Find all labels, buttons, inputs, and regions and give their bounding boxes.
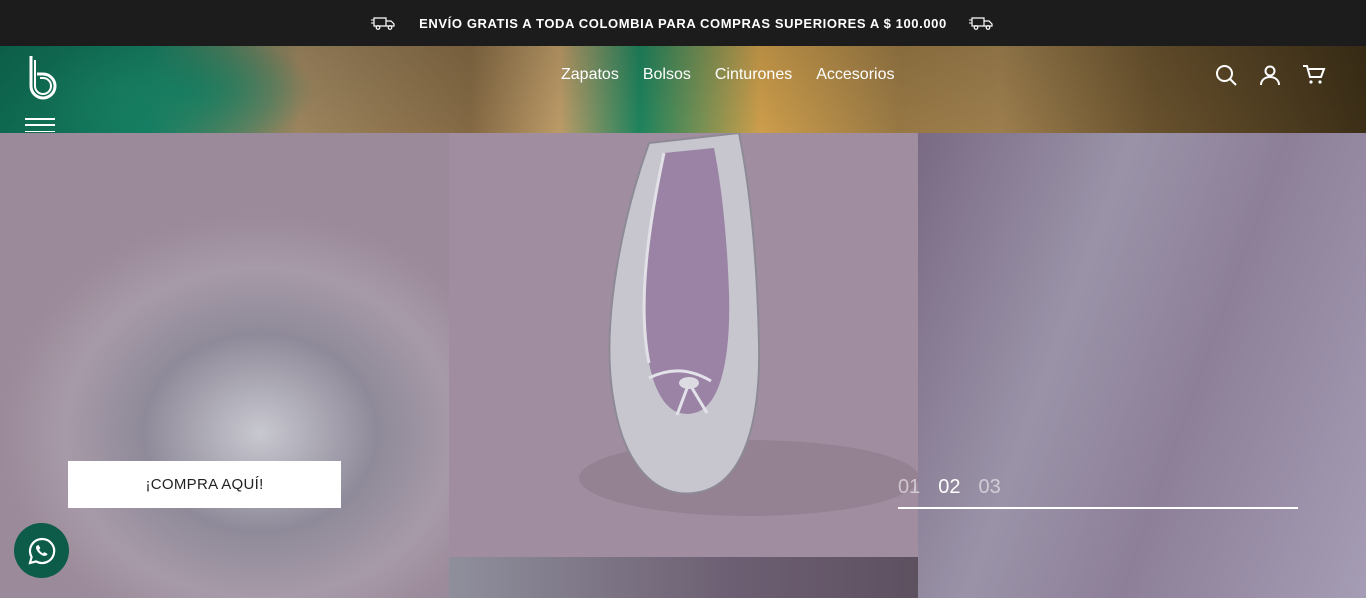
hero-image-bottom — [449, 557, 918, 598]
delivery-truck-icon — [968, 17, 993, 30]
hero-slider: ¡COMPRA AQUÍ! 01 02 03 — [0, 133, 1366, 598]
delivery-truck-icon — [371, 17, 395, 30]
user-icon[interactable] — [1258, 63, 1282, 87]
ballet-flat-illustration — [579, 133, 919, 516]
slide-indicator-3[interactable]: 03 — [979, 473, 1001, 501]
promo-text: ENVÍO GRATIS A TODA COLOMBIA PARA COMPRA… — [419, 15, 947, 31]
slide-indicator-1[interactable]: 01 — [898, 473, 920, 501]
whatsapp-button[interactable] — [14, 523, 69, 578]
cart-icon[interactable] — [1302, 63, 1326, 87]
whatsapp-icon — [27, 537, 55, 565]
hero-image-left — [0, 133, 449, 598]
hamburger-menu-icon[interactable] — [25, 118, 55, 132]
search-icon[interactable] — [1214, 63, 1238, 87]
nav-link-bolsos[interactable]: Bolsos — [643, 66, 691, 84]
main-nav: Zapatos Bolsos Cinturones Accesorios — [550, 66, 894, 84]
hero-image-center — [449, 133, 919, 557]
site-header: Zapatos Bolsos Cinturones Accesorios — [0, 46, 1366, 133]
nav-link-accesorios[interactable]: Accesorios — [816, 66, 894, 84]
nav-link-zapatos[interactable]: Zapatos — [561, 66, 619, 84]
brand-logo-icon[interactable] — [27, 54, 57, 100]
header-actions — [1214, 63, 1326, 87]
slider-pager: 01 02 03 — [898, 473, 1298, 509]
slide-indicator-2[interactable]: 02 — [938, 473, 960, 501]
shop-now-button[interactable]: ¡COMPRA AQUÍ! — [68, 461, 341, 508]
hero-image-right — [918, 133, 1366, 598]
promo-bar: ENVÍO GRATIS A TODA COLOMBIA PARA COMPRA… — [0, 0, 1366, 46]
nav-link-cinturones[interactable]: Cinturones — [715, 66, 792, 84]
